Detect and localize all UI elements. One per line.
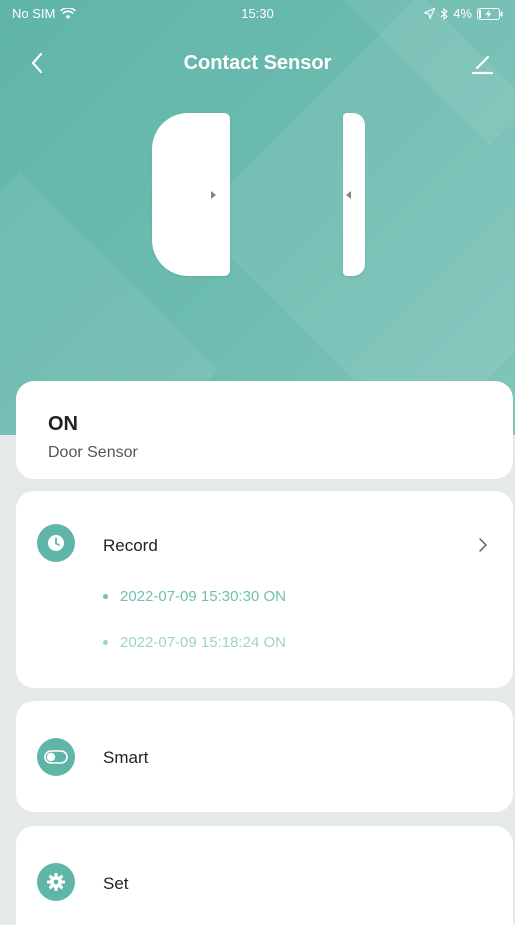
sensor-main-body-image [152, 113, 230, 276]
status-bar: No SIM 15:30 4% [0, 0, 515, 26]
record-chevron-right-icon[interactable] [475, 537, 491, 553]
device-type-label: Door Sensor [48, 444, 138, 461]
set-card[interactable]: Set [16, 826, 513, 925]
status-bar-right: 4% [424, 6, 503, 21]
status-card: ON Door Sensor [16, 381, 513, 479]
smart-card[interactable]: Smart [16, 701, 513, 812]
set-label: Set [103, 874, 129, 893]
alignment-arrow-right-icon [211, 191, 216, 199]
edit-pencil-icon [471, 55, 494, 75]
record-label: Record [103, 536, 158, 555]
alignment-arrow-left-icon [346, 191, 351, 199]
location-icon [424, 8, 436, 19]
page-title: Contact Sensor [183, 52, 332, 74]
bluetooth-icon [440, 7, 449, 20]
clock-icon [37, 524, 75, 562]
battery-percent: 4% [453, 6, 472, 21]
record-entry-text: 2022-07-09 15:30:30 ON [120, 588, 286, 605]
nav-bar: Contact Sensor [0, 38, 515, 84]
battery-charging-icon [477, 7, 503, 20]
record-entry-text: 2022-07-09 15:18:24 ON [120, 634, 286, 651]
bullet-dot [103, 640, 108, 645]
sensor-magnet-image [343, 113, 365, 276]
edit-button[interactable] [467, 48, 497, 78]
gear-icon [37, 863, 75, 901]
header-hero: No SIM 15:30 4% Contact Sensor [0, 0, 515, 435]
record-entry: 2022-07-09 15:30:30 ON [103, 588, 286, 605]
sensor-state: ON [48, 413, 78, 435]
record-entry: 2022-07-09 15:18:24 ON [103, 634, 286, 651]
toggle-icon [37, 738, 75, 776]
record-card[interactable]: Record 2022-07-09 15:30:30 ON 2022-07-09… [16, 491, 513, 688]
smart-label: Smart [103, 748, 149, 767]
bullet-dot [103, 594, 108, 599]
